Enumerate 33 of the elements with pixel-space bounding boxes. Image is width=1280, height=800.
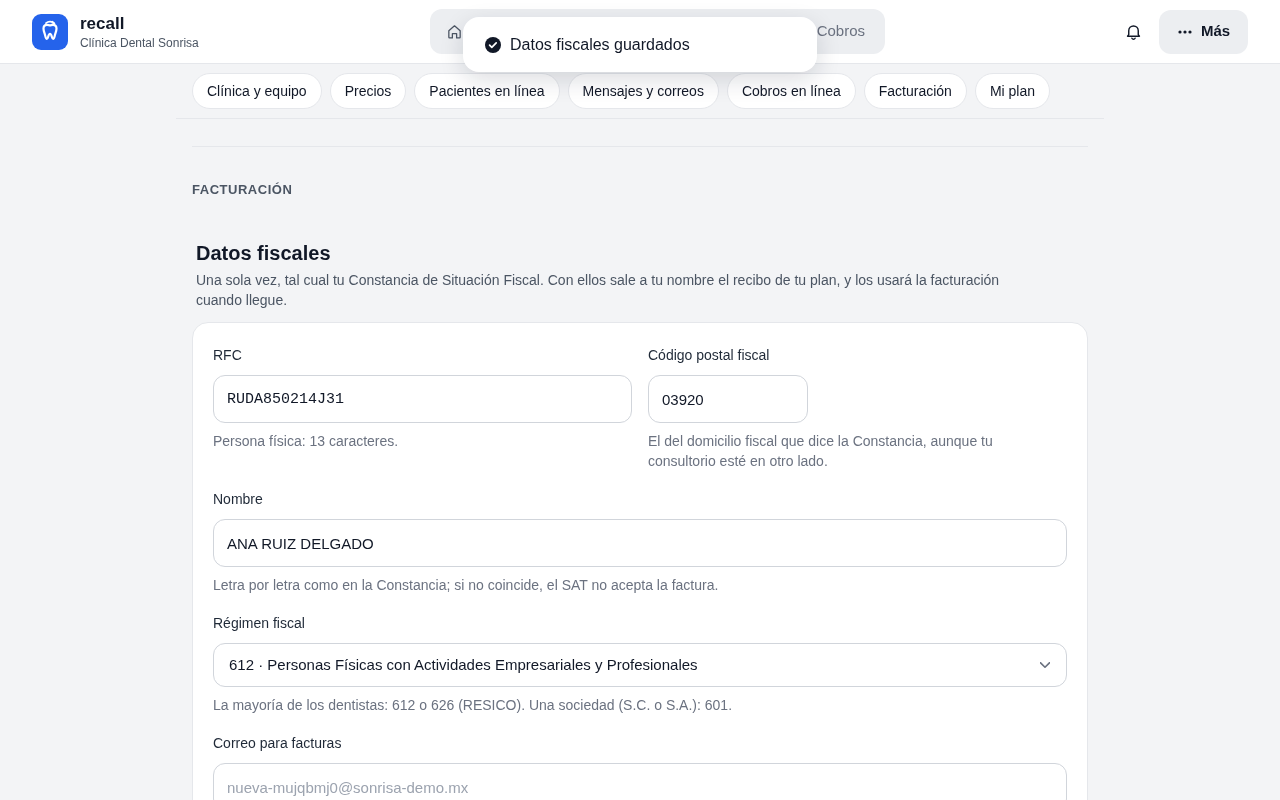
field-help-text: La mayoría de los dentistas: 612 o 626 (RESICO). Una sociedad (S.C. o S.A.): 601. <box>213 696 734 715</box>
section-description: Una sola vez, tal cual tu Constancia de Situación Fiscal. Con ellos sale a tu nombre el recibo de tu plan, y los usará la facturación cuando llegue. <box>196 271 1001 310</box>
field-label: Régimen fiscal <box>213 614 306 633</box>
rfc-input[interactable]: RUDA850214J31 <box>213 375 632 423</box>
email-input[interactable]: nueva-mujqbmj0@sonrisa-demo.mx <box>213 763 1067 800</box>
section-tab[interactable]: Clínica y equipo <box>192 73 322 109</box>
home-icon <box>446 23 463 40</box>
section-label: FACTURACIÓN <box>192 182 294 198</box>
regime-select[interactable]: 612 · Personas Físicas con Actividades Empresariales y Profesionales <box>213 643 1067 687</box>
section-tab[interactable]: Mi plan <box>974 73 1051 109</box>
section-tab[interactable]: Facturación <box>863 73 967 109</box>
section-tab[interactable]: Mensajes y correos <box>567 73 719 109</box>
section-tab[interactable]: Pacientes en línea <box>414 73 560 109</box>
name-input[interactable]: ANA RUIZ DELGADO <box>213 519 1067 567</box>
field-label: Código postal fiscal <box>648 346 771 365</box>
field-label: Nombre <box>213 490 264 509</box>
brand-name: recall <box>80 12 126 35</box>
more-button[interactable]: Más <box>1159 9 1248 54</box>
section-tab[interactable]: Precios <box>329 73 407 109</box>
section-tab[interactable]: Cobros en línea <box>726 73 856 109</box>
chevron-down-icon <box>1040 662 1050 668</box>
tooth-logo-icon <box>32 13 68 50</box>
postal-code-input[interactable]: 03920 <box>648 375 808 423</box>
check-circle-icon <box>485 36 501 53</box>
field-label: Correo para facturas <box>213 734 343 753</box>
field-help-text: El del domicilio fiscal que dice la Constancia, aunque tu consultorio esté en otro lado. <box>648 432 994 471</box>
clinic-name: Clínica Dental Sonrisa <box>80 34 199 51</box>
field-help-text: Letra por letra como en la Constancia; si no coincide, el SAT no acepta la factura. <box>213 576 720 595</box>
field-help-text: Persona física: 13 caracteres. <box>213 432 400 451</box>
field-label: RFC <box>213 346 243 365</box>
section-title: Datos fiscales <box>196 241 332 266</box>
toast-message: Datos fiscales guardados <box>510 34 690 55</box>
more-dots-icon <box>1176 29 1193 34</box>
